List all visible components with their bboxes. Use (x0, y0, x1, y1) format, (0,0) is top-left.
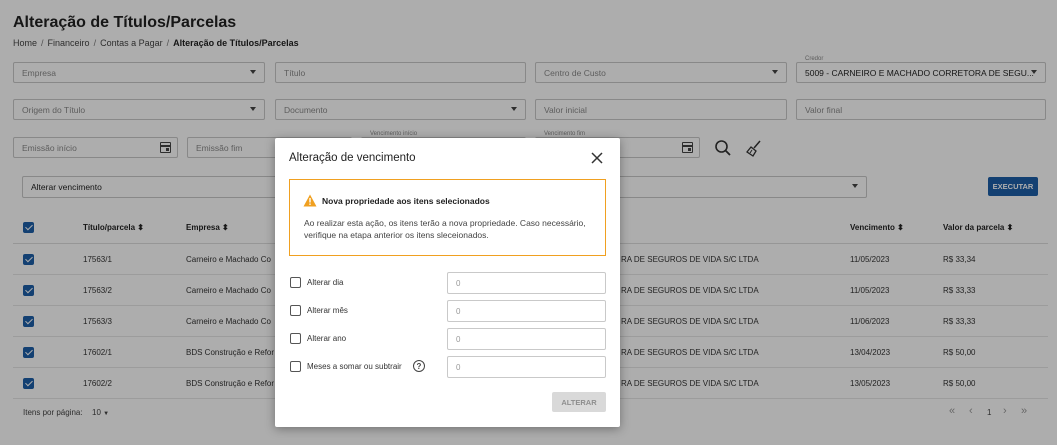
alterar-mes-input[interactable]: 0 (447, 300, 606, 322)
alterar-ano-value: 0 (456, 334, 461, 344)
meses-somar-input[interactable]: 0 (447, 356, 606, 378)
alert-text: Ao realizar esta ação, os itens terão a … (304, 218, 586, 240)
alterar-mes-value: 0 (456, 306, 461, 316)
close-icon[interactable] (590, 151, 604, 165)
dialog-title: Alteração de vencimento (289, 152, 416, 164)
alterar-ano-input[interactable]: 0 (447, 328, 606, 350)
alterar-ano-checkbox[interactable] (290, 333, 301, 344)
meses-somar-label: Meses a somar ou subtrair (307, 362, 402, 371)
alterar-dia-value: 0 (456, 278, 461, 288)
alterar-mes-label: Alterar mês (307, 306, 348, 315)
alterar-mes-checkbox[interactable] (290, 305, 301, 316)
warning-icon (303, 194, 317, 207)
alteracao-vencimento-dialog: Alteração de vencimento Nova propriedade… (275, 138, 620, 427)
warning-alert: Nova propriedade aos itens selecionados … (289, 179, 606, 256)
meses-somar-value: 0 (456, 362, 461, 372)
alterar-dia-checkbox[interactable] (290, 277, 301, 288)
meses-somar-checkbox[interactable] (290, 361, 301, 372)
alert-title: Nova propriedade aos itens selecionados (322, 196, 490, 206)
alterar-ano-label: Alterar ano (307, 334, 347, 343)
help-icon[interactable]: ? (413, 360, 425, 372)
alterar-dia-input[interactable]: 0 (447, 272, 606, 294)
alterar-button[interactable]: ALTERAR (552, 392, 606, 412)
alterar-dia-label: Alterar dia (307, 278, 344, 287)
